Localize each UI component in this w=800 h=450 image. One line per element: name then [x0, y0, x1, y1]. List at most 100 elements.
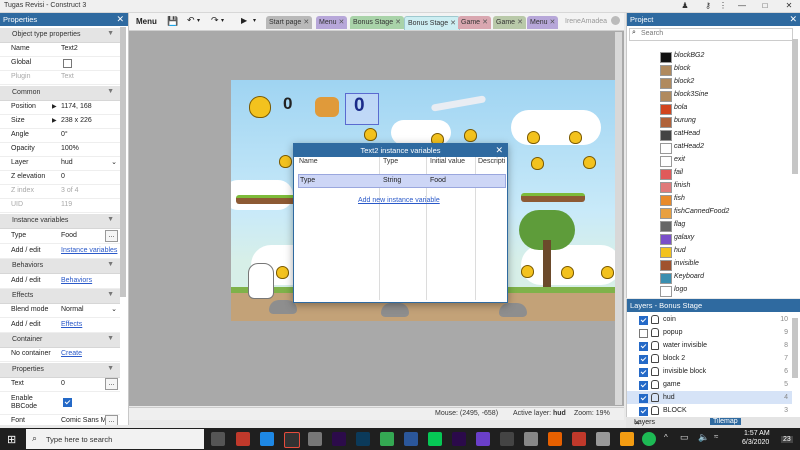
app-icon[interactable] [308, 432, 322, 446]
lock-icon[interactable] [651, 393, 659, 402]
visual-studio-icon[interactable] [476, 432, 490, 446]
layer-visible-checkbox[interactable] [639, 381, 648, 390]
account-icon[interactable]: ♟ [680, 1, 690, 10]
prop-row-blend-mode[interactable]: Blend mode Normal ⌄ [0, 303, 120, 318]
project-item[interactable]: block2 [660, 77, 780, 89]
project-item[interactable]: logo [660, 285, 780, 297]
collapse-icon[interactable]: ▼ [107, 261, 114, 268]
layer-visible-checkbox[interactable] [639, 394, 648, 403]
instance-variables-link[interactable]: Instance variables [61, 247, 117, 254]
save-icon[interactable]: 💾 [167, 16, 178, 27]
canvas-scrollbar[interactable] [615, 32, 622, 405]
tab-game[interactable]: Game ✕ [458, 16, 491, 29]
layer-row[interactable]: popup 9 [627, 326, 792, 339]
more-icon[interactable]: ⋮ [718, 1, 728, 10]
layer-row[interactable]: BLOCK 3 [627, 404, 792, 417]
column-header-description[interactable]: Descripti [478, 158, 505, 165]
layer-visible-checkbox[interactable] [639, 407, 648, 416]
collapse-icon[interactable]: ▼ [107, 291, 114, 298]
edit-font-button[interactable]: ... [105, 415, 118, 425]
lock-icon[interactable] [651, 328, 659, 337]
collapse-icon[interactable]: ▼ [107, 216, 114, 223]
tab-menu-2[interactable]: Menu ✕ [527, 16, 559, 29]
project-scrollbar[interactable] [792, 39, 798, 174]
close-icon[interactable]: ✕ [303, 19, 309, 26]
project-item[interactable]: invisible [660, 259, 780, 271]
close-icon[interactable]: ✕ [631, 419, 643, 427]
section-effects[interactable]: Effects ▼ [0, 289, 120, 304]
prop-row-position[interactable]: Position ▶ 1174, 168 [0, 100, 120, 115]
tab-bonus-stage[interactable]: Bonus Stage ✕ [350, 16, 404, 29]
spotify-icon[interactable] [642, 432, 656, 446]
column-header-type[interactable]: Type [383, 158, 398, 165]
prop-row-size[interactable]: Size ▶ 238 x 226 [0, 114, 120, 129]
column-header-initial[interactable]: Initial value [430, 158, 465, 165]
project-item[interactable]: hud [660, 246, 780, 258]
expand-icon[interactable]: ▶ [52, 117, 57, 124]
table-row[interactable]: Type String Food [298, 174, 506, 188]
project-item[interactable]: flag [660, 220, 780, 232]
layer-row[interactable]: water invisible 8 [627, 339, 792, 352]
section-object-type[interactable]: Object type properties ▼ [0, 28, 120, 43]
collapse-icon[interactable]: ▼ [107, 335, 114, 342]
project-item[interactable]: blockBG2 [660, 51, 780, 63]
project-item[interactable]: galaxy [660, 233, 780, 245]
collapse-icon[interactable]: ▼ [107, 365, 114, 372]
chevron-down-icon[interactable]: ▾ [197, 17, 200, 24]
project-item[interactable]: block [660, 64, 780, 76]
project-item[interactable]: bola [660, 103, 780, 115]
layer-row[interactable]: game 5 [627, 378, 792, 391]
prop-row-name[interactable]: Name Text2 [0, 42, 120, 57]
lock-icon[interactable] [651, 341, 659, 350]
project-item[interactable]: exit [660, 155, 780, 167]
close-icon[interactable]: ✕ [395, 19, 401, 26]
prop-row-layer[interactable]: Layer hud ⌄ [0, 156, 120, 171]
app-icon[interactable] [596, 432, 610, 446]
close-icon[interactable]: ✕ [517, 19, 523, 26]
app-icon[interactable] [620, 432, 634, 446]
prop-row-iv-type[interactable]: Type Food... [0, 229, 120, 244]
prop-row-bbcode[interactable]: Enable BBCode [0, 392, 120, 415]
collapse-icon[interactable]: ▼ [107, 88, 114, 95]
close-icon[interactable]: ✕ [450, 20, 456, 27]
chevron-down-icon[interactable]: ▾ [221, 17, 224, 24]
clock-date[interactable]: 6/3/2020 [742, 439, 769, 446]
lock-icon[interactable] [651, 380, 659, 389]
app-icon[interactable] [236, 432, 250, 446]
chevron-down-icon[interactable]: ▾ [253, 17, 256, 24]
section-container[interactable]: Container ▼ [0, 333, 120, 348]
avatar[interactable] [611, 16, 620, 25]
section-instance-variables[interactable]: Instance variables ▼ [0, 214, 120, 229]
project-item[interactable]: Keyboard [660, 272, 780, 284]
close-icon[interactable]: ✕ [789, 13, 797, 26]
tab-tilemap[interactable]: Tilemap [710, 418, 741, 425]
lock-icon[interactable] [651, 315, 659, 324]
tab-start-page[interactable]: Start page ✕ [266, 16, 313, 29]
tray-arrow-icon[interactable]: ^ [664, 433, 668, 442]
clock-time[interactable]: 1:57 AM [744, 430, 770, 437]
project-item[interactable]: catHead [660, 129, 780, 141]
project-item[interactable]: catHead2 [660, 142, 780, 154]
close-icon[interactable]: ✕ [339, 19, 345, 26]
close-icon[interactable]: ✕ [116, 13, 124, 26]
firefox-icon[interactable] [548, 432, 562, 446]
tab-menu[interactable]: Menu ✕ [316, 16, 348, 29]
behaviors-link[interactable]: Behaviors [61, 277, 92, 284]
chrome-icon[interactable] [380, 432, 394, 446]
selected-text-object[interactable]: 0 [345, 93, 379, 125]
steam-icon[interactable] [524, 432, 538, 446]
prop-row-text[interactable]: Text 0... [0, 377, 120, 392]
lock-icon[interactable] [651, 354, 659, 363]
key-icon[interactable]: ⚷ [703, 1, 713, 10]
add-instance-variable-link[interactable]: Add new instance variable [358, 197, 440, 204]
chevron-down-icon[interactable]: ⌄ [111, 158, 117, 166]
layer-visible-checkbox[interactable] [639, 329, 648, 338]
collapse-icon[interactable]: ▼ [107, 30, 114, 37]
close-icon[interactable]: ✕ [495, 144, 503, 157]
photoshop-icon[interactable] [356, 432, 370, 446]
tab-bonus-stage-active[interactable]: Bonus Stage ✕ [404, 16, 460, 30]
section-properties[interactable]: Properties ▼ [0, 363, 120, 378]
prop-row-angle[interactable]: Angle 0° [0, 128, 120, 143]
layer-visible-checkbox[interactable] [639, 368, 648, 377]
play-icon[interactable]: ▶ [241, 16, 247, 25]
